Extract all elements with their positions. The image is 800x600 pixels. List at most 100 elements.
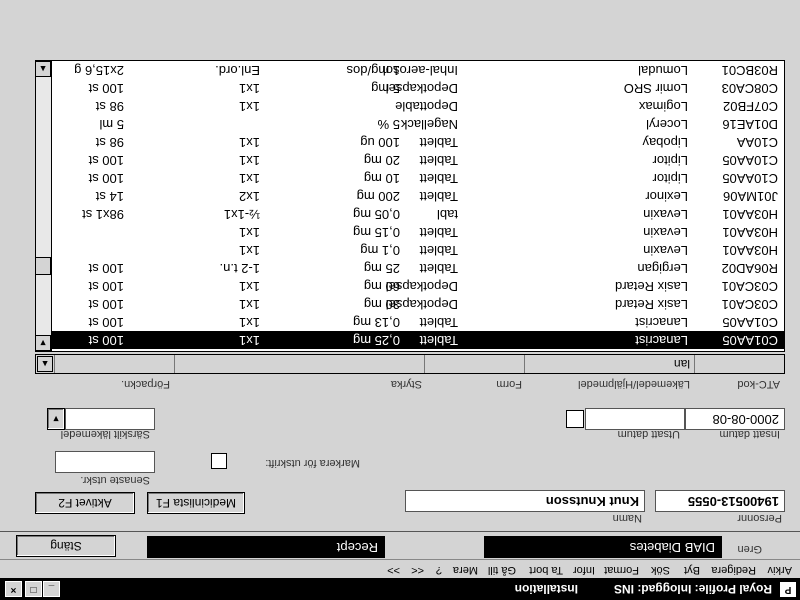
- table-row[interactable]: C07FB02 Logimax Depottable 1x1 98 st: [52, 97, 784, 115]
- medicinlista-button[interactable]: Medicinlista F1: [147, 492, 245, 514]
- cell-forpackn: 100 st: [88, 261, 124, 276]
- markera-checkbox[interactable]: [211, 453, 227, 469]
- minimize-icon[interactable]: _: [43, 581, 60, 597]
- cell-styrka: 200 mg: [356, 189, 400, 204]
- sarskilt-lakemedel-field[interactable]: [65, 408, 155, 430]
- cell-styrka: 20 mg: [363, 153, 400, 168]
- filter-scroll-up-icon[interactable]: ▲: [37, 356, 53, 372]
- filter-name-field[interactable]: lan: [524, 355, 694, 373]
- filter-forpackn-field[interactable]: [54, 355, 174, 373]
- close-icon[interactable]: ×: [5, 581, 22, 597]
- cell-name: Lergigan: [637, 261, 688, 276]
- personnr-field[interactable]: 19400513-0555: [655, 490, 785, 512]
- cell-atc: C01AA05: [722, 333, 778, 348]
- cell-styrka: 0,05 mg: [353, 207, 400, 222]
- title-bar: P Royal Profile: Inloggad: INS Installat…: [0, 578, 800, 600]
- menu-item[interactable]: Gå till: [488, 564, 516, 576]
- scroll-thumb[interactable]: [35, 257, 51, 275]
- cell-name: Lipitor: [652, 153, 688, 168]
- maximize-icon[interactable]: □: [25, 581, 42, 597]
- menu-item[interactable]: Ta bort: [529, 564, 563, 576]
- column-header-lakemedel: Läkemedel/Hjälpmedel: [578, 378, 690, 390]
- aktivet-button[interactable]: Aktivet F2: [35, 492, 135, 514]
- cell-form: Tablett: [419, 333, 458, 348]
- insatt-datum-field[interactable]: 2000-08-08: [685, 408, 785, 430]
- table-row[interactable]: C10AA05 Lipitor Tablett 20 mg 1x1 100 st: [52, 151, 784, 169]
- menu-item[interactable]: Redigera: [711, 564, 756, 576]
- table-row[interactable]: C10AA05 Lipitor Tablett 10 mg 1x1 100 st: [52, 169, 784, 187]
- cell-dos: 1x1: [239, 135, 260, 150]
- table-row[interactable]: C08CA03 Lomir SRO Depotkapsel 5 mg 1x1 100 st: [52, 79, 784, 97]
- cell-atc: C03CA01: [721, 297, 778, 312]
- senaste-utskr-label: Senaste utskr.: [80, 474, 150, 486]
- section-divider: [0, 531, 800, 532]
- table-row[interactable]: D01AE16 Loceryl Nagellack 5 % 5 ml: [52, 115, 784, 133]
- table-row[interactable]: H03AA01 Levaxin tabl 0,05 mg ½-1x1 98x1 st: [52, 205, 784, 223]
- cell-form: Tablett: [419, 243, 458, 258]
- cell-name: Lasix Retard: [615, 297, 688, 312]
- sarskilt-dropdown-icon[interactable]: ▼: [47, 408, 65, 430]
- column-header-forpackn: Förpackn.: [121, 378, 170, 390]
- close-button[interactable]: Stäng: [16, 535, 116, 557]
- cell-atc: H03AA01: [722, 225, 778, 240]
- cell-dos: 1x1: [239, 99, 260, 114]
- filter-atc-field[interactable]: [694, 355, 784, 373]
- cell-styrka: 30 mg: [363, 297, 400, 312]
- filter-form-field[interactable]: [424, 355, 524, 373]
- table-row[interactable]: C01AA05 Lanacrist Tablett 0,13 mg 1x1 100 st: [52, 313, 784, 331]
- cell-dos: 1x1: [239, 171, 260, 186]
- menu-item[interactable]: Arkiv: [768, 564, 792, 576]
- scroll-down-icon[interactable]: ▼: [35, 335, 51, 351]
- cell-form: Tablett: [419, 153, 458, 168]
- cell-styrka: 10 mg: [363, 171, 400, 186]
- cell-name: Lipobay: [642, 135, 688, 150]
- cell-form: tabl: [437, 207, 458, 222]
- table-row[interactable]: C10AA Lipobay Tablett 100 ug 1x1 98 st: [52, 133, 784, 151]
- cell-dos: 1x1: [239, 279, 260, 294]
- cell-forpackn: 98x1 st: [82, 207, 124, 222]
- utsatt-checkbox[interactable]: [566, 410, 584, 428]
- menu-item[interactable]: Byt: [684, 564, 700, 576]
- vertical-scrollbar[interactable]: ▼ ▲: [35, 61, 52, 351]
- gren-field[interactable]: DIAB Diabetes: [484, 536, 722, 558]
- table-row[interactable]: H03AA01 Levaxin Tablett 0,1 mg 1x1: [52, 241, 784, 259]
- cell-atc: C10AA: [736, 135, 778, 150]
- table-row[interactable]: J01MA06 Lexinor Tablett 200 mg 1x2 14 st: [52, 187, 784, 205]
- window-title: Royal Profile: Inloggad: INS: [613, 582, 772, 596]
- menu-item[interactable]: Format: [604, 564, 639, 576]
- table-row[interactable]: H03AA01 Levaxin Tablett 0,15 mg 1x1: [52, 223, 784, 241]
- filter-styrka-field[interactable]: [174, 355, 424, 373]
- medication-list: C01AA05 Lanacrist Tablett 0,25 mg 1x1 100 st C…: [52, 61, 784, 351]
- senaste-utskr-field[interactable]: [55, 451, 155, 473]
- table-row[interactable]: R03BC01 Lomudal Inhal-aerosol 1 mg/dos Enl.o…: [52, 61, 784, 79]
- menu-item[interactable]: ?: [436, 564, 442, 576]
- table-row[interactable]: C03CA01 Lasix Retard Depotkapsel 30 mg 1x1 10…: [52, 295, 784, 313]
- menu-item[interactable]: >>: [387, 564, 400, 576]
- cell-name: Levaxin: [643, 225, 688, 240]
- cell-name: Lomudal: [638, 63, 688, 78]
- cell-styrka: 0,25 mg: [353, 333, 400, 348]
- cell-name: Levaxin: [643, 207, 688, 222]
- cell-forpackn: 98 st: [95, 99, 124, 114]
- table-row[interactable]: C01AA05 Lanacrist Tablett 0,25 mg 1x1 100 st: [52, 331, 784, 349]
- cell-styrka: 25 mg: [363, 261, 400, 276]
- table-row[interactable]: R06AD02 Lergigan Tablett 25 mg 1-2 t.n. 100 s…: [52, 259, 784, 277]
- cell-atc: C08CA03: [721, 81, 778, 96]
- markera-label: Markera för utskrift:: [265, 457, 360, 469]
- cell-forpackn: 100 st: [88, 315, 124, 330]
- cell-name: Loceryl: [646, 117, 688, 132]
- cell-form: Tablett: [419, 225, 458, 240]
- cell-styrka: 0,1 mg: [360, 243, 400, 258]
- menu-item[interactable]: Mera: [453, 564, 478, 576]
- table-row[interactable]: C03CA01 Lasix Retard Depotkapsel 60 mg 1x1 10…: [52, 277, 784, 295]
- cell-dos: 1x1: [239, 225, 260, 240]
- recept-field[interactable]: Recept: [147, 536, 385, 558]
- utsatt-datum-field[interactable]: [585, 408, 685, 430]
- menu-item[interactable]: Infor: [573, 564, 595, 576]
- scroll-up-icon[interactable]: ▲: [35, 61, 51, 77]
- namn-field[interactable]: Knut Knutsson: [405, 490, 645, 512]
- cell-form: Tablett: [419, 189, 458, 204]
- cell-styrka: 0,15 mg: [353, 225, 400, 240]
- menu-item[interactable]: Sök: [651, 564, 670, 576]
- menu-item[interactable]: <<: [411, 564, 424, 576]
